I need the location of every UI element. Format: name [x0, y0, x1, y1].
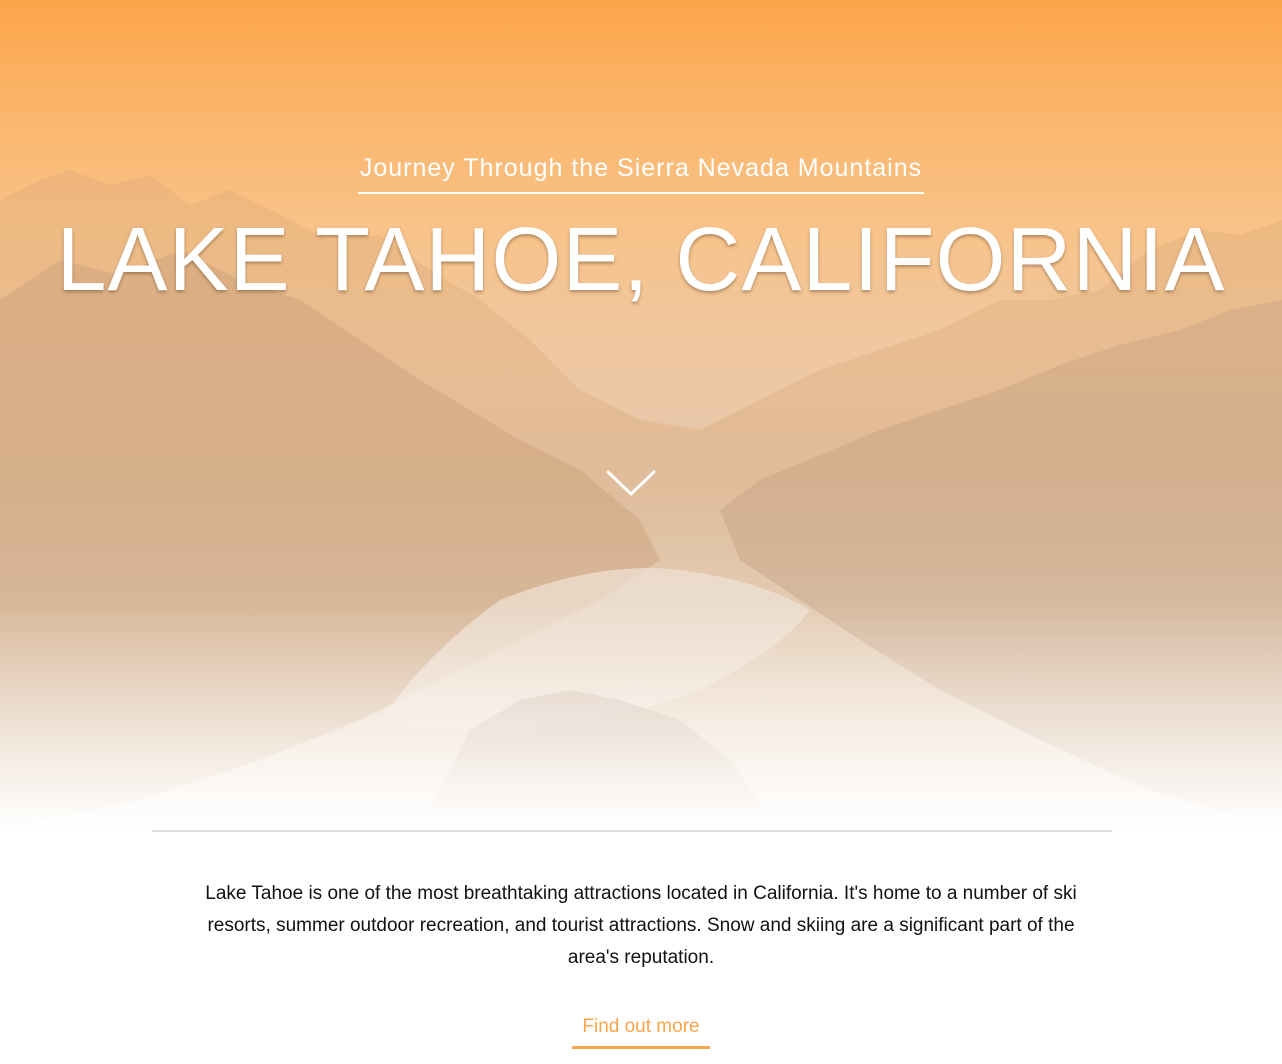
hero-section: Journey Through the Sierra Nevada Mounta… [0, 0, 1282, 830]
section-divider [152, 830, 1112, 832]
chevron-down-icon[interactable] [604, 466, 658, 500]
intro-paragraph: Lake Tahoe is one of the most breathtaki… [205, 883, 1077, 968]
mountain-lake-background [0, 170, 1282, 830]
hero-subtitle: Journey Through the Sierra Nevada Mounta… [357, 154, 925, 194]
hero-title: LAKE TAHOE, CALIFORNIA [56, 210, 1226, 310]
find-out-more-link[interactable]: Find out more [572, 1016, 710, 1049]
